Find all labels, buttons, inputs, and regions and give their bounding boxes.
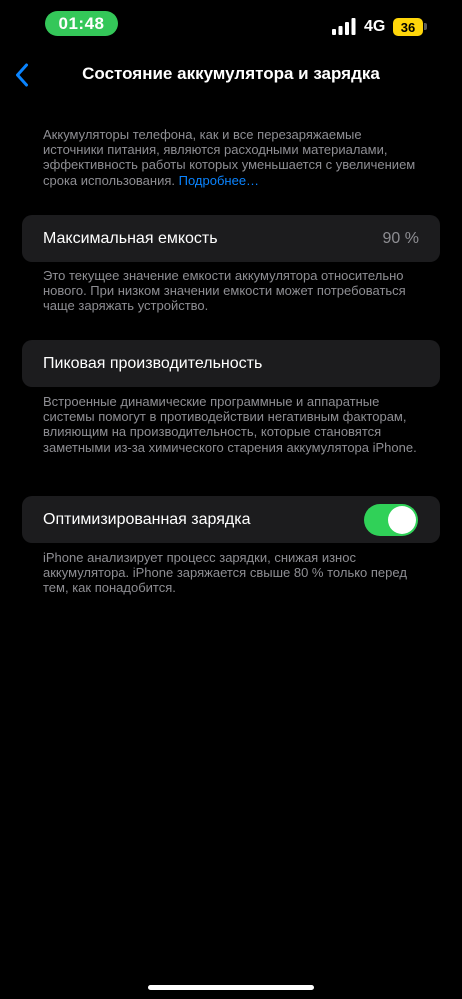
network-type: 4G — [364, 18, 386, 35]
peak-performance-label: Пиковая производительность — [43, 354, 263, 372]
battery-icon: 36 — [393, 18, 423, 36]
max-capacity-row: Максимальная емкость 90 % — [22, 215, 440, 262]
battery-nub — [424, 23, 427, 30]
intro-text: Аккумуляторы телефона, как и все перезар… — [43, 127, 423, 188]
optimized-charging-row: Оптимизированная зарядка — [22, 496, 440, 543]
cellular-signal-icon — [332, 18, 356, 35]
screen: 01:48 4G 36 Состояние аккумулятора и зар… — [0, 0, 462, 999]
optimized-charging-label: Оптимизированная зарядка — [43, 510, 251, 528]
max-capacity-value: 90 % — [382, 229, 419, 247]
optimized-charging-toggle[interactable] — [364, 504, 418, 536]
battery-level: 36 — [400, 19, 416, 35]
learn-more-link[interactable]: Подробнее… — [179, 173, 259, 188]
max-capacity-label: Максимальная емкость — [43, 229, 218, 247]
toggle-knob — [388, 506, 416, 534]
home-indicator[interactable] — [148, 985, 314, 990]
optimized-charging-footer: iPhone анализирует процесс зарядки, сниж… — [43, 550, 407, 596]
peak-performance-footer: Встроенные динамические программные и ап… — [43, 394, 417, 455]
peak-performance-row: Пиковая производительность — [22, 340, 440, 387]
status-time[interactable]: 01:48 — [45, 11, 118, 36]
max-capacity-footer: Это текущее значение емкости аккумулятор… — [43, 268, 406, 314]
page-title: Состояние аккумулятора и зарядка — [82, 64, 380, 83]
